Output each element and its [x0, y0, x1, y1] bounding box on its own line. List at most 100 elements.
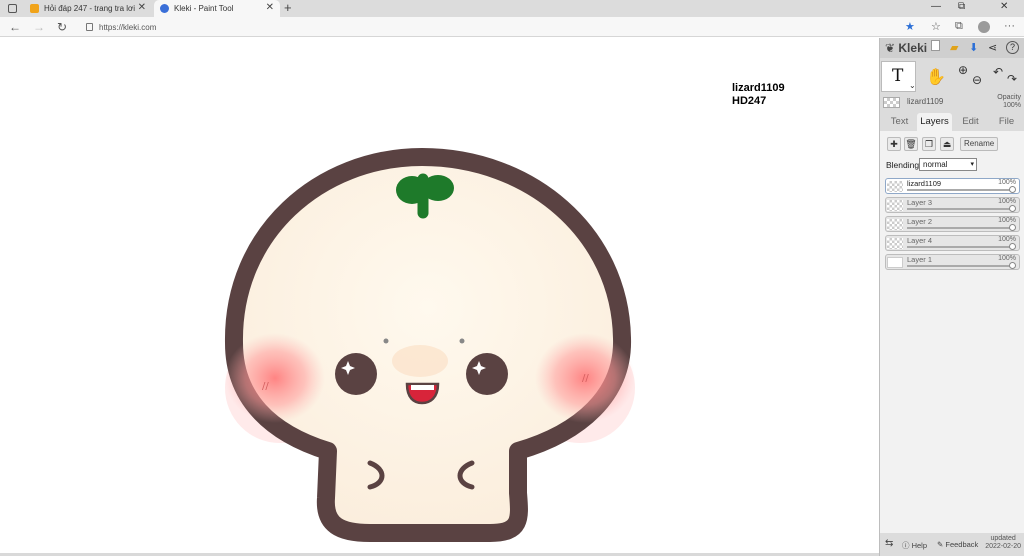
- opacity-value: 100%: [1003, 102, 1021, 109]
- layer-opacity-slider[interactable]: [907, 227, 1011, 229]
- delete-layer-icon[interactable]: 🗑: [904, 137, 918, 151]
- close-tab-icon[interactable]: ✕: [266, 2, 274, 13]
- layer-item[interactable]: Layer 2 100%: [885, 216, 1020, 232]
- layer-name: Layer 3: [907, 198, 933, 207]
- close-window-icon[interactable]: ✕: [1000, 1, 1008, 12]
- add-layer-icon[interactable]: ✚: [887, 137, 901, 151]
- tab-edit[interactable]: Edit: [953, 113, 988, 131]
- zoom-out-icon[interactable]: ⊖: [972, 73, 982, 87]
- canvas-text-line-1: lizard1109: [732, 82, 785, 94]
- layer-name: lizard1109: [907, 179, 942, 188]
- hand-tool-icon[interactable]: ✋: [926, 67, 946, 87]
- browser-tab-strip: Hỏi đáp 247 - trang tra lơi ✕ Kleki - Pa…: [0, 0, 1024, 17]
- layer-opacity-slider[interactable]: [907, 189, 1011, 191]
- layer-name: Layer 2: [907, 217, 933, 226]
- undo-icon[interactable]: ↶: [993, 65, 1003, 79]
- restore-icon[interactable]: ⧉: [958, 1, 965, 12]
- layer-item[interactable]: lizard1109 100%: [885, 178, 1020, 194]
- layer-name: Layer 1: [907, 255, 933, 264]
- tool-row: T ⌄ ✋ ⊕ ⊖ ↶ ↷: [880, 61, 1024, 94]
- feedback-link[interactable]: ✎ Feedback: [937, 540, 978, 549]
- tab-actions-icon[interactable]: [8, 4, 17, 13]
- layer-opacity: 100%: [998, 255, 1016, 262]
- color-swatch[interactable]: [883, 97, 900, 108]
- layer-opacity-slider[interactable]: [907, 246, 1011, 248]
- chevron-down-icon: ▾: [970, 161, 974, 168]
- slider-knob[interactable]: [1009, 205, 1016, 212]
- tab-layers[interactable]: Layers: [917, 113, 952, 131]
- slider-knob[interactable]: [1009, 186, 1016, 193]
- browser-tab-hoidap[interactable]: Hỏi đáp 247 - trang tra lơi ✕: [24, 0, 152, 17]
- browser-toolbar: ← → ↻ https://kleki.com ★ ☆ ⧉ ···: [0, 17, 1024, 37]
- new-image-icon[interactable]: [931, 40, 940, 51]
- updated-info: updated 2022-02-20: [985, 535, 1021, 551]
- minimize-icon[interactable]: —: [931, 1, 941, 12]
- layer-opacity: 100%: [998, 198, 1016, 205]
- back-icon[interactable]: ←: [9, 20, 21, 34]
- color-row: lizard1109 Opacity 100%: [880, 94, 1024, 110]
- save-download-icon[interactable]: ⬇: [969, 41, 978, 54]
- close-tab-icon[interactable]: ✕: [138, 2, 146, 13]
- blending-value: normal: [923, 160, 948, 169]
- tab-title: Hỏi đáp 247 - trang tra lơi: [44, 4, 136, 13]
- favorites-icon[interactable]: ☆: [931, 20, 941, 33]
- slider-knob[interactable]: [1009, 243, 1016, 250]
- text-tool-button[interactable]: T ⌄: [881, 61, 916, 92]
- zoom-in-icon[interactable]: ⊕: [958, 63, 968, 77]
- blending-label: Blending: [886, 160, 920, 170]
- collections-icon[interactable]: ⧉: [955, 20, 963, 33]
- tab-text[interactable]: Text: [882, 113, 917, 131]
- svg-text://: //: [582, 373, 589, 384]
- layer-item[interactable]: Layer 1 100%: [885, 254, 1020, 270]
- slider-knob[interactable]: [1009, 262, 1016, 269]
- slider-knob[interactable]: [1009, 224, 1016, 231]
- panel-tabs: Text Layers Edit File: [880, 113, 1024, 131]
- rename-layer-button[interactable]: Rename: [960, 137, 999, 151]
- updated-label: updated: [990, 535, 1016, 542]
- layer-item[interactable]: Layer 4 100%: [885, 235, 1020, 251]
- layer-thumbnail: [887, 257, 903, 268]
- profile-avatar-icon[interactable]: [978, 21, 990, 33]
- layer-opacity-slider[interactable]: [907, 208, 1011, 210]
- tab-file[interactable]: File: [989, 113, 1024, 131]
- updated-date: 2022-02-20: [985, 543, 1021, 550]
- kleki-logo: ❦ Kleki: [885, 41, 928, 55]
- merge-layer-icon[interactable]: ⏏: [940, 137, 954, 151]
- forward-icon[interactable]: →: [33, 20, 45, 34]
- help-icon[interactable]: ?: [1006, 41, 1019, 54]
- help-link[interactable]: ⓘ Help: [902, 540, 927, 551]
- lock-icon: [86, 23, 93, 31]
- browser-tab-kleki[interactable]: Kleki - Paint Tool ✕: [154, 0, 280, 17]
- canvas-text-layer: lizard1109 HD247: [732, 82, 785, 108]
- layer-opacity: 100%: [998, 179, 1016, 186]
- chevron-down-icon[interactable]: ⌄: [909, 81, 916, 90]
- redo-icon[interactable]: ↷: [1007, 72, 1017, 86]
- layers-panel: ✚ 🗑 ❐ ⏏ Rename Blending normal ▾ lizard1…: [880, 131, 1024, 533]
- address-bar[interactable]: https://kleki.com: [86, 20, 156, 34]
- opacity-label: Opacity: [997, 94, 1021, 101]
- favorite-star-icon[interactable]: ★: [905, 20, 915, 33]
- drawing-canvas[interactable]: lizard1109 HD247 // //: [0, 38, 879, 553]
- layer-thumbnail: [887, 238, 903, 249]
- refresh-icon[interactable]: ↻: [57, 20, 67, 34]
- layer-thumbnail: [887, 200, 903, 211]
- url-text: https://kleki.com: [99, 22, 157, 32]
- duplicate-layer-icon[interactable]: ❐: [922, 137, 936, 151]
- new-tab-icon[interactable]: +: [284, 0, 292, 15]
- kleki-favicon-icon: [160, 4, 169, 13]
- open-folder-icon[interactable]: ▰: [950, 41, 958, 54]
- kleki-panel: ❦ Kleki ▰ ⬇ ⋖ ? T ⌄ ✋ ⊕ ⊖ ↶ ↷ lizard1109…: [879, 38, 1024, 556]
- layer-opacity-slider[interactable]: [907, 265, 1011, 267]
- opacity-indicator[interactable]: Opacity 100%: [997, 94, 1021, 110]
- layer-thumbnail: [887, 181, 903, 192]
- hoidap-favicon-icon: [30, 4, 39, 13]
- menu-ellipsis-icon[interactable]: ···: [1004, 20, 1015, 32]
- layer-name: Layer 4: [907, 236, 933, 245]
- layer-opacity: 100%: [998, 236, 1016, 243]
- tab-title: Kleki - Paint Tool: [174, 4, 234, 13]
- canvas-text-line-2: HD247: [732, 95, 767, 107]
- layer-item[interactable]: Layer 3 100%: [885, 197, 1020, 213]
- share-icon[interactable]: ⋖: [988, 41, 997, 54]
- swap-side-icon[interactable]: ⇆: [885, 538, 893, 549]
- blending-select[interactable]: normal ▾: [919, 158, 977, 171]
